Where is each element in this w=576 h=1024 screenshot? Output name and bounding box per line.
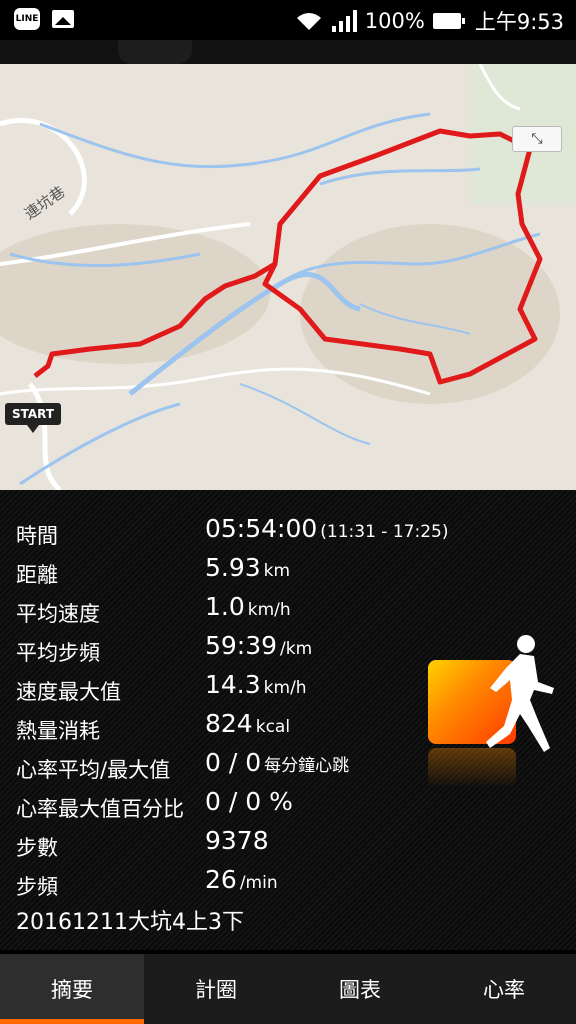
stat-label: 時間 (16, 524, 58, 548)
expand-map-button[interactable]: ⤡ (512, 126, 562, 152)
stat-row-avg-speed: 平均速度 1.0 km/h (0, 592, 576, 630)
stat-label: 心率最大值百分比 (16, 797, 184, 821)
stat-label: 心率平均/最大值 (16, 758, 171, 782)
activity-note: 20161211大坑4上3下 (16, 910, 244, 935)
stat-label: 步數 (16, 836, 58, 860)
stat-value: 824 kcal (205, 709, 291, 738)
map-canvas (0, 64, 576, 490)
stat-value: 0 / 0 % (205, 787, 293, 816)
stat-value: 59:39/km (205, 631, 313, 660)
wifi-icon (296, 13, 321, 30)
stat-label: 平均速度 (16, 602, 100, 626)
start-marker: START (5, 403, 62, 433)
stat-row-heart-rate-pct: 心率最大值百分比 0 / 0 % (0, 787, 576, 825)
stat-value: 5.93 km (205, 553, 291, 582)
header-sliver (0, 40, 576, 64)
stat-label: 熱量消耗 (16, 719, 100, 743)
signal-icon (331, 10, 357, 32)
stat-label: 平均步頻 (16, 641, 100, 665)
stat-value: 0 / 0 每分鐘心跳 (205, 748, 350, 777)
tab-summary[interactable]: 摘要 (0, 954, 144, 1024)
stat-row-cadence: 步頻 26/min (0, 865, 576, 903)
tab-charts[interactable]: 圖表 (288, 954, 432, 1024)
stat-row-distance: 距離 5.93 km (0, 553, 576, 591)
battery-percent: 100% (364, 9, 425, 33)
battery-icon (432, 13, 465, 29)
stat-label: 速度最大值 (16, 680, 121, 704)
stat-value: 9378 (205, 826, 269, 855)
line-icon: LINE (14, 8, 40, 30)
stat-value: 05:54:00 (11:31 - 17:25) (205, 514, 449, 543)
stat-value: 26/min (205, 865, 278, 894)
clock: 上午9:53 (474, 10, 564, 34)
header-tab-bump (118, 40, 192, 64)
route-map[interactable]: 連坑巷 ⤡ START Google (0, 64, 576, 490)
stat-value: 1.0 km/h (205, 592, 291, 621)
tab-laps[interactable]: 計圈 (144, 954, 288, 1024)
bottom-tab-bar: 摘要 計圈 圖表 心率 (0, 954, 576, 1024)
status-bar: LINE 100% 上午9:53 (0, 0, 576, 40)
runner-icon (486, 635, 554, 752)
stat-value: 14.3 km/h (205, 670, 307, 699)
activity-summary: 時間 05:54:00 (11:31 - 17:25) 距離 5.93 km 平均速… (0, 490, 576, 950)
stat-row-steps: 步數 9378 (0, 826, 576, 864)
stat-label: 步頻 (16, 875, 58, 899)
stream (319, 167, 481, 186)
stat-row-time: 時間 05:54:00 (11:31 - 17:25) (0, 514, 576, 552)
stream (239, 383, 371, 445)
stat-label: 距離 (16, 563, 58, 587)
gallery-icon (52, 10, 74, 28)
expand-icon: ⤡ (531, 131, 543, 147)
tab-heart-rate[interactable]: 心率 (432, 954, 576, 1024)
